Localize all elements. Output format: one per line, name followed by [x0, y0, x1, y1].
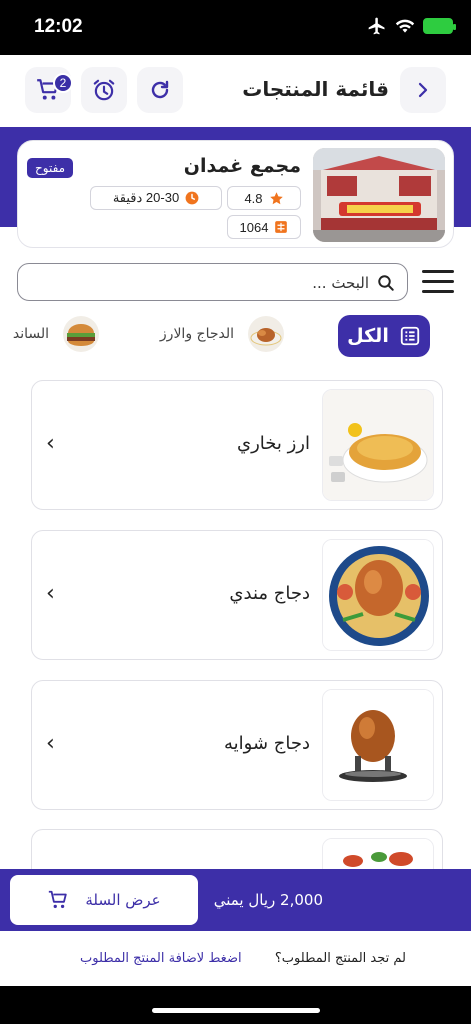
rating-value: 4.8: [244, 190, 263, 206]
category-label: الدجاج والارز: [159, 326, 234, 342]
delivery-time-pill: 20-30 دقيقة: [90, 186, 222, 210]
category-all-tab[interactable]: الكل: [338, 315, 430, 357]
category-thumb: [248, 316, 284, 352]
airplane-icon: [368, 17, 385, 35]
category-label: الساند: [12, 326, 49, 342]
search-input[interactable]: البحث ...: [17, 263, 408, 301]
product-image: [322, 689, 434, 801]
chevron-left-icon: ‹: [46, 581, 55, 606]
category-all-label: الكل: [347, 325, 389, 347]
orders-count: 1064: [239, 219, 269, 235]
product-name: ارز بخاري: [236, 433, 310, 454]
clock-icon: [185, 191, 199, 205]
wifi-icon: [395, 19, 415, 33]
product-image: [322, 389, 434, 501]
cart-count-badge: 2: [53, 73, 73, 93]
back-button[interactable]: [400, 67, 446, 113]
search-icon: [378, 275, 394, 291]
page-title: قائمة المنتجات: [242, 77, 389, 101]
cart-bar: عرض السلة 2,000 ريال يمني: [0, 869, 471, 931]
view-cart-button[interactable]: عرض السلة: [10, 875, 198, 925]
star-icon: [269, 191, 283, 204]
footer: لم تجد المنتج المطلوب؟ اضغط لاضافة المنت…: [0, 931, 471, 986]
list-icon: [400, 326, 419, 346]
category-thumb: [63, 316, 99, 352]
home-indicator[interactable]: [152, 1008, 320, 1013]
cart-icon: [49, 890, 68, 909]
product-card[interactable]: دجاج شوايه ‹: [31, 680, 443, 810]
refresh-icon: [151, 80, 169, 99]
product-name: دجاج شوايه: [223, 733, 310, 754]
menu-button[interactable]: [422, 270, 454, 296]
schedule-button[interactable]: [81, 67, 127, 113]
missing-product-question: لم تجد المنتج المطلوب؟: [274, 951, 406, 966]
chevron-right-icon: [418, 82, 428, 98]
search-row: البحث ...: [17, 263, 454, 303]
chevron-left-icon: ‹: [46, 431, 55, 456]
home-area: [0, 986, 471, 1024]
orders-icon: [275, 221, 288, 233]
chevron-left-icon: ‹: [46, 731, 55, 756]
battery-icon: [423, 18, 456, 34]
status-icons: [367, 16, 456, 36]
status-time: 12:02: [34, 16, 83, 37]
status-bar: 12:02: [0, 0, 471, 55]
category-chicken-rice-tab[interactable]: الدجاج والارز: [160, 316, 284, 352]
category-bar: الكل الدجاج والارز الساند: [0, 312, 471, 362]
search-placeholder: البحث ...: [312, 274, 369, 292]
add-product-link[interactable]: اضغط لاضافة المنتج المطلوب: [80, 951, 242, 966]
store-photo: [313, 148, 445, 242]
store-name: مجمع غمدان: [183, 155, 301, 177]
product-card[interactable]: دجاج مندي ‹: [31, 530, 443, 660]
delivery-time: 20-30 دقيقة: [112, 190, 180, 205]
app-header: 2 قائمة المنتجات: [0, 55, 471, 127]
view-cart-label: عرض السلة: [85, 891, 161, 909]
alarm-clock-icon: [93, 79, 115, 101]
product-card[interactable]: ارز بخاري ‹: [31, 380, 443, 510]
store-card[interactable]: مجمع غمدان مفتوح 4.8 20-30 دقيقة 1064: [17, 140, 454, 248]
product-image: [322, 539, 434, 651]
rating-pill: 4.8: [227, 186, 301, 210]
cart-button[interactable]: 2: [25, 67, 73, 113]
category-sandwich-tab[interactable]: الساند: [13, 316, 99, 352]
cart-total: 2,000 ريال يمني: [213, 891, 323, 909]
store-status-badge: مفتوح: [27, 158, 74, 178]
refresh-button[interactable]: [137, 67, 183, 113]
product-name: دجاج مندي: [229, 583, 310, 604]
orders-pill: 1064: [227, 215, 301, 239]
